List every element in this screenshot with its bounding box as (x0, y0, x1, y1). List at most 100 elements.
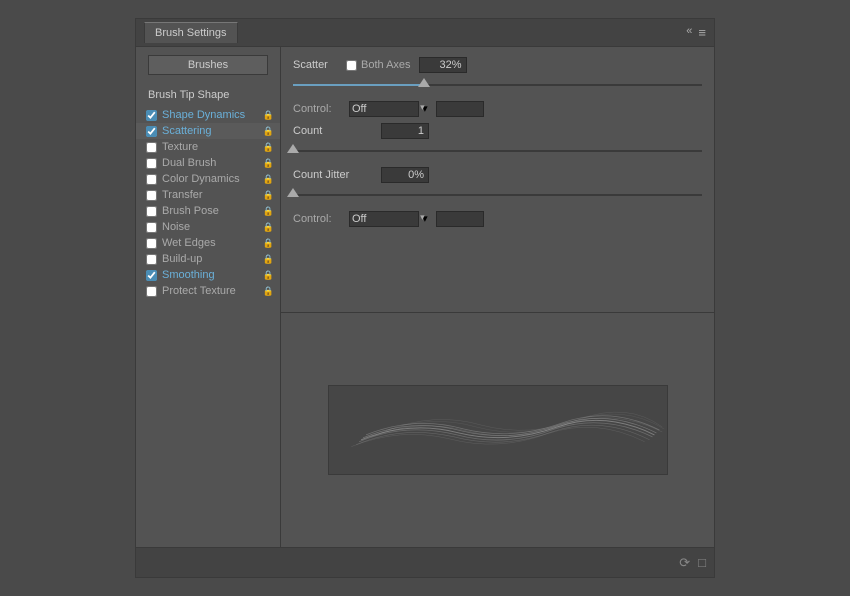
transfer-label: Transfer (162, 189, 203, 201)
transfer-lock: 🔒 (263, 190, 274, 201)
sidebar-item-build-up[interactable]: Build-up 🔒 (136, 251, 280, 267)
content-area: Scatter Both Axes Control: (281, 47, 714, 302)
scatter-row: Scatter Both Axes (293, 57, 702, 73)
scatter-slider[interactable] (293, 77, 702, 93)
scatter-slider-fill (293, 84, 424, 86)
control-label-2: Control: (293, 213, 341, 225)
select-arrow-1: ▾ (422, 103, 428, 115)
brushes-button[interactable]: Brushes (148, 55, 268, 75)
count-jitter-slider[interactable] (293, 143, 702, 159)
brush-pose-label: Brush Pose (162, 205, 219, 217)
smoothing-lock: 🔒 (263, 270, 274, 281)
sidebar-item-wet-edges[interactable]: Wet Edges 🔒 (136, 235, 280, 251)
build-up-lock: 🔒 (263, 254, 274, 265)
sidebar-item-protect-texture[interactable]: Protect Texture 🔒 (136, 283, 280, 299)
sidebar-item-texture[interactable]: Texture 🔒 (136, 139, 280, 155)
shape-dynamics-label: Shape Dynamics (162, 109, 245, 121)
build-up-label: Build-up (162, 253, 202, 265)
new-icon[interactable]: □ (698, 555, 706, 570)
count-jitter-label: Count Jitter (293, 169, 373, 181)
panel-bottom: ⟳ □ (136, 547, 714, 577)
texture-checkbox[interactable] (146, 142, 157, 153)
count-jitter-slider-thumb-2 (287, 188, 299, 197)
wet-edges-label: Wet Edges (162, 237, 216, 249)
scattering-label: Scattering (162, 125, 212, 137)
noise-checkbox[interactable] (146, 222, 157, 233)
brush-stroke-preview (329, 386, 667, 474)
protect-texture-lock: 🔒 (263, 286, 274, 297)
shape-dynamics-lock: 🔒 (263, 110, 274, 121)
scatter-value-field[interactable] (419, 57, 467, 73)
scatter-label: Scatter (293, 59, 338, 71)
wet-edges-checkbox[interactable] (146, 238, 157, 249)
count-jitter-slider-2[interactable] (293, 187, 702, 203)
scattering-lock: 🔒 (263, 126, 274, 137)
sidebar-item-dual-brush[interactable]: Dual Brush 🔒 (136, 155, 280, 171)
sidebar-item-color-dynamics[interactable]: Color Dynamics 🔒 (136, 171, 280, 187)
color-dynamics-checkbox[interactable] (146, 174, 157, 185)
panel-body: Brushes Brush Tip Shape Shape Dynamics 🔒… (136, 47, 714, 547)
protect-texture-label: Protect Texture (162, 285, 236, 297)
brush-pose-checkbox[interactable] (146, 206, 157, 217)
scatter-slider-thumb (418, 78, 430, 87)
control-value-field-2[interactable] (436, 211, 484, 227)
color-dynamics-lock: 🔒 (263, 174, 274, 185)
sidebar-item-shape-dynamics[interactable]: Shape Dynamics 🔒 (136, 107, 280, 123)
brush-pose-lock: 🔒 (263, 206, 274, 217)
control-label-1: Control: (293, 103, 341, 115)
noise-lock: 🔒 (263, 222, 274, 233)
both-axes-label: Both Axes (361, 59, 411, 71)
scatter-slider-track (293, 84, 702, 86)
cycle-icon[interactable]: ⟳ (679, 555, 690, 571)
count-jitter-row: Count Jitter (293, 167, 702, 183)
noise-label: Noise (162, 221, 190, 233)
color-dynamics-label: Color Dynamics (162, 173, 240, 185)
count-jitter-value-field[interactable] (381, 167, 429, 183)
shape-dynamics-checkbox[interactable] (146, 110, 157, 121)
sidebar-item-transfer[interactable]: Transfer 🔒 (136, 187, 280, 203)
control-select-wrapper-1: Off Fade Pen Pressure Pen Tilt ▾ (349, 101, 428, 117)
select-arrow-2: ▾ (422, 213, 428, 225)
collapse-icon[interactable]: « (686, 25, 692, 40)
dual-brush-lock: 🔒 (263, 158, 274, 169)
transfer-checkbox[interactable] (146, 190, 157, 201)
control-row-1: Control: Off Fade Pen Pressure Pen Tilt … (293, 101, 702, 117)
count-jitter-slider-track-2 (293, 194, 702, 196)
wet-edges-lock: 🔒 (263, 238, 274, 249)
build-up-checkbox[interactable] (146, 254, 157, 265)
dual-brush-label: Dual Brush (162, 157, 216, 169)
brush-tip-shape-label[interactable]: Brush Tip Shape (136, 85, 280, 107)
smoothing-label: Smoothing (162, 269, 215, 281)
dual-brush-checkbox[interactable] (146, 158, 157, 169)
count-jitter-slider-track (293, 150, 702, 152)
control-row-2: Control: Off Fade Pen Pressure Pen Tilt … (293, 211, 702, 227)
menu-icon[interactable]: ≡ (698, 25, 706, 40)
control-value-field-1[interactable] (436, 101, 484, 117)
count-label: Count (293, 125, 373, 137)
protect-texture-checkbox[interactable] (146, 286, 157, 297)
brush-settings-panel: Brush Settings « ≡ Brushes Brush Tip Sha… (135, 18, 715, 578)
sidebar-item-brush-pose[interactable]: Brush Pose 🔒 (136, 203, 280, 219)
count-jitter-slider-thumb (287, 144, 299, 153)
panel-titlebar: Brush Settings « ≡ (136, 19, 714, 47)
smoothing-checkbox[interactable] (146, 270, 157, 281)
control-select-2[interactable]: Off Fade Pen Pressure Pen Tilt (349, 211, 419, 227)
texture-lock: 🔒 (263, 142, 274, 153)
panel-title-icons: « ≡ (686, 25, 706, 40)
preview-box (328, 385, 668, 475)
sidebar-item-scattering[interactable]: Scattering 🔒 (136, 123, 280, 139)
control-select-1[interactable]: Off Fade Pen Pressure Pen Tilt (349, 101, 419, 117)
scattering-checkbox[interactable] (146, 126, 157, 137)
sidebar-item-noise[interactable]: Noise 🔒 (136, 219, 280, 235)
sidebar-item-smoothing[interactable]: Smoothing 🔒 (136, 267, 280, 283)
both-axes-checkbox[interactable] (346, 60, 357, 71)
preview-area (281, 312, 714, 548)
count-value-field[interactable] (381, 123, 429, 139)
sidebar: Brushes Brush Tip Shape Shape Dynamics 🔒… (136, 47, 281, 547)
right-content: Scatter Both Axes Control: (281, 47, 714, 547)
both-axes-container: Both Axes (346, 59, 411, 71)
count-row: Count (293, 123, 702, 139)
panel-title-tab[interactable]: Brush Settings (144, 22, 238, 43)
texture-label: Texture (162, 141, 198, 153)
control-select-wrapper-2: Off Fade Pen Pressure Pen Tilt ▾ (349, 211, 428, 227)
